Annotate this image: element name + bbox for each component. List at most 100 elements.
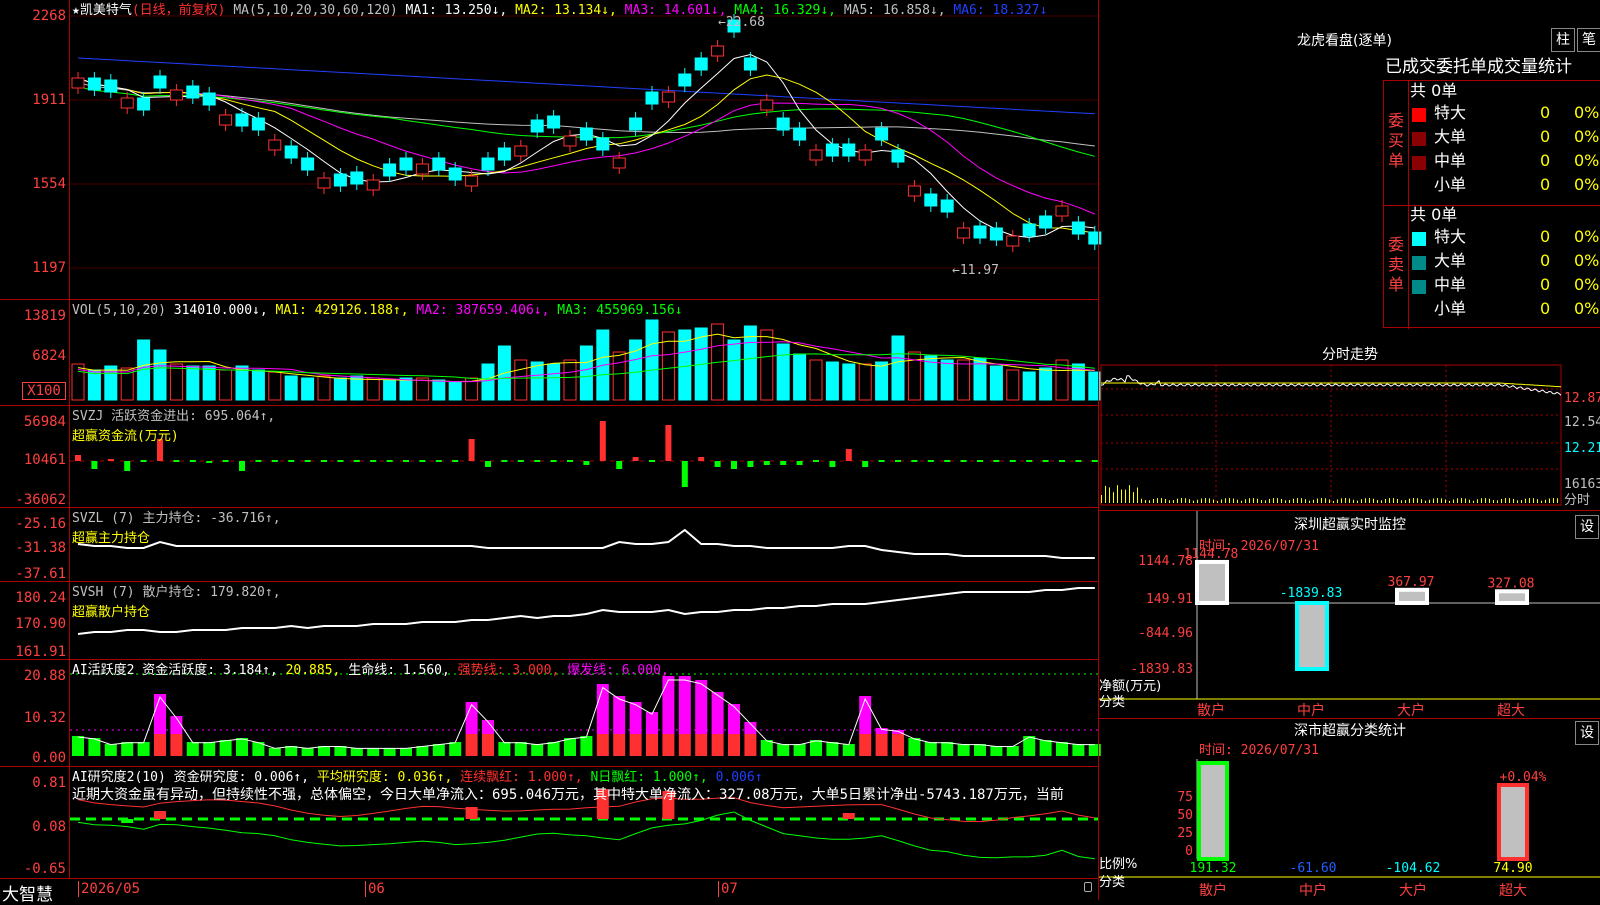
flow-bar <box>271 460 278 462</box>
y-tick: 0.08 <box>32 819 66 835</box>
category-label: 中户 <box>1297 702 1325 719</box>
intraday-vol-bar <box>1421 499 1422 503</box>
volume-panel[interactable]: 13819 6824 X100 VOL(5,10,20) 314010.000↓… <box>0 300 1102 406</box>
price-panel[interactable]: 2268 1911 1554 1197 ★凯美特气(日线，前复权) MA(5,1… <box>0 0 1102 300</box>
flow-bar <box>780 461 787 465</box>
flow-bar <box>534 460 541 462</box>
sell-row-p: 0% <box>1574 227 1600 246</box>
intraday-vol-bar <box>1425 500 1426 503</box>
ai1-label: AI活跃度2 资金活跃度: 3.184↑, <box>72 663 278 678</box>
price-plot[interactable] <box>70 0 1102 300</box>
activity-bar <box>728 704 740 734</box>
sz-class-chart: 75 50 25 0 +0.04% 191.32 散户 -61.60 中户 -104.62 大户 74… <box>1099 759 1600 899</box>
tick-mode-button[interactable]: 笔 <box>1577 28 1600 52</box>
candle <box>481 157 495 171</box>
activity-bar <box>514 742 527 756</box>
intraday-vol-bar <box>1209 498 1210 503</box>
volume-bar <box>251 369 265 401</box>
intraday-vol-bar <box>1505 498 1506 503</box>
intraday-vol-bar <box>1141 498 1142 503</box>
candle <box>383 163 397 177</box>
sell-total: 共 0单 <box>1410 205 1458 224</box>
candle <box>973 225 987 239</box>
candle <box>776 117 790 131</box>
chart-mode[interactable]: (日线，前复权) <box>132 3 226 18</box>
candle <box>547 115 561 129</box>
intraday-vol-bar <box>1513 498 1514 503</box>
ai-research-panel[interactable]: 0.81 0.08 -0.65 AI研究度2(10) 资金研究度: 0.006↑… <box>0 767 1098 879</box>
ai2-nday: N日飘红: 1.000↑, <box>590 770 708 785</box>
bar-mode-button[interactable]: 柱 <box>1551 28 1575 52</box>
ma6-line <box>77 57 1095 115</box>
intraday-vol-bar <box>1177 498 1178 503</box>
candle <box>366 179 380 191</box>
activity-bar <box>416 746 429 756</box>
intraday-vol-bar <box>1117 485 1118 503</box>
candle <box>563 135 577 147</box>
intraday-vol-bar <box>1405 500 1406 503</box>
activity-bar <box>875 734 888 756</box>
brand-logo[interactable]: 大智慧 <box>2 880 53 905</box>
buy-color-swatch <box>1412 108 1426 122</box>
activity-bar <box>580 736 593 756</box>
flow-bar <box>288 460 295 462</box>
intraday-vol-bar <box>1401 500 1402 503</box>
volume-bar <box>579 345 593 401</box>
svsh-sub: 超赢散户持仓 <box>72 605 151 620</box>
candle <box>219 114 233 126</box>
candle <box>596 137 610 151</box>
flow-bar <box>206 461 213 463</box>
candle <box>251 117 265 131</box>
high-price-label: ←22.68 <box>718 15 765 30</box>
lhb-table: 委买单 委卖单 共 0单 共 0单 特大 0 0% 大单 0 0% 中单 0 0% 小单 0 0% 特大… <box>1383 80 1600 329</box>
sell-row-v: 0 <box>1540 251 1551 270</box>
activity-bar <box>334 746 347 756</box>
intraday-chart[interactable] <box>1099 343 1600 510</box>
ai2-cont: 连续飘红: 1.000↑, <box>460 770 583 785</box>
activity-bar <box>531 744 544 756</box>
intraday-vol-bar <box>1157 498 1158 503</box>
net-bar <box>1295 601 1329 671</box>
activity-bar <box>596 684 609 734</box>
flow-bar <box>337 460 344 462</box>
candle <box>399 157 413 171</box>
activity-bar <box>613 734 626 756</box>
flow-bar <box>829 461 836 467</box>
ai-activity-panel[interactable]: 20.88 10.32 0.00 AI活跃度2 资金活跃度: 3.184↑, 2… <box>0 660 1101 767</box>
intraday-vol-bar <box>1509 498 1510 503</box>
candle <box>957 227 971 239</box>
intraday-vol-bar <box>1301 498 1302 503</box>
volume-bar <box>793 353 807 401</box>
intraday-vol-bar <box>1165 498 1166 503</box>
flow-bar <box>91 461 98 469</box>
candle <box>317 177 331 189</box>
stock-title[interactable]: ★凯美特气 <box>72 3 132 18</box>
svzl-panel[interactable]: -25.16 -31.38 -37.61 SVZL (7) 主力持仓: -36.… <box>0 508 1098 582</box>
candlestick-chart[interactable] <box>70 0 1102 300</box>
svzj-panel[interactable]: 56984 10461 -36062 SVZJ 活跃资金进出: 695.064↑… <box>0 406 1098 508</box>
intraday-vol-bar <box>1493 500 1494 503</box>
sz-class-xlabel: 分类 <box>1099 875 1126 890</box>
flow-bar <box>583 461 590 465</box>
intraday-vol-bar <box>1549 498 1550 503</box>
volume-bar <box>563 359 577 401</box>
activity-bar <box>892 734 904 756</box>
svsh-panel[interactable]: 180.24 170.90 161.91 SVSH (7) 散户持仓: 179.… <box>0 582 1098 660</box>
candle <box>629 117 643 131</box>
intraday-vol-bar <box>1121 489 1122 503</box>
intraday-panel[interactable]: 分时走势 12.87 12.54 12.21 16163 分时 <box>1098 343 1600 510</box>
lock-icon[interactable] <box>1084 882 1092 892</box>
volume-bar <box>415 377 429 401</box>
y-tick: -31.38 <box>15 540 66 556</box>
intraday-vol-bar <box>1389 498 1390 503</box>
y-tick: -36062 <box>15 492 66 508</box>
intraday-vol-bar <box>1397 498 1398 503</box>
intraday-vol-bar <box>1237 499 1238 503</box>
intraday-vol-bar <box>1533 498 1534 503</box>
candle <box>875 127 889 141</box>
intraday-vol-bar <box>1393 498 1394 503</box>
activity-bar <box>400 748 412 756</box>
activity-bar <box>793 744 806 756</box>
activity-bar <box>186 742 199 756</box>
y-tick: 0 <box>1185 844 1193 859</box>
